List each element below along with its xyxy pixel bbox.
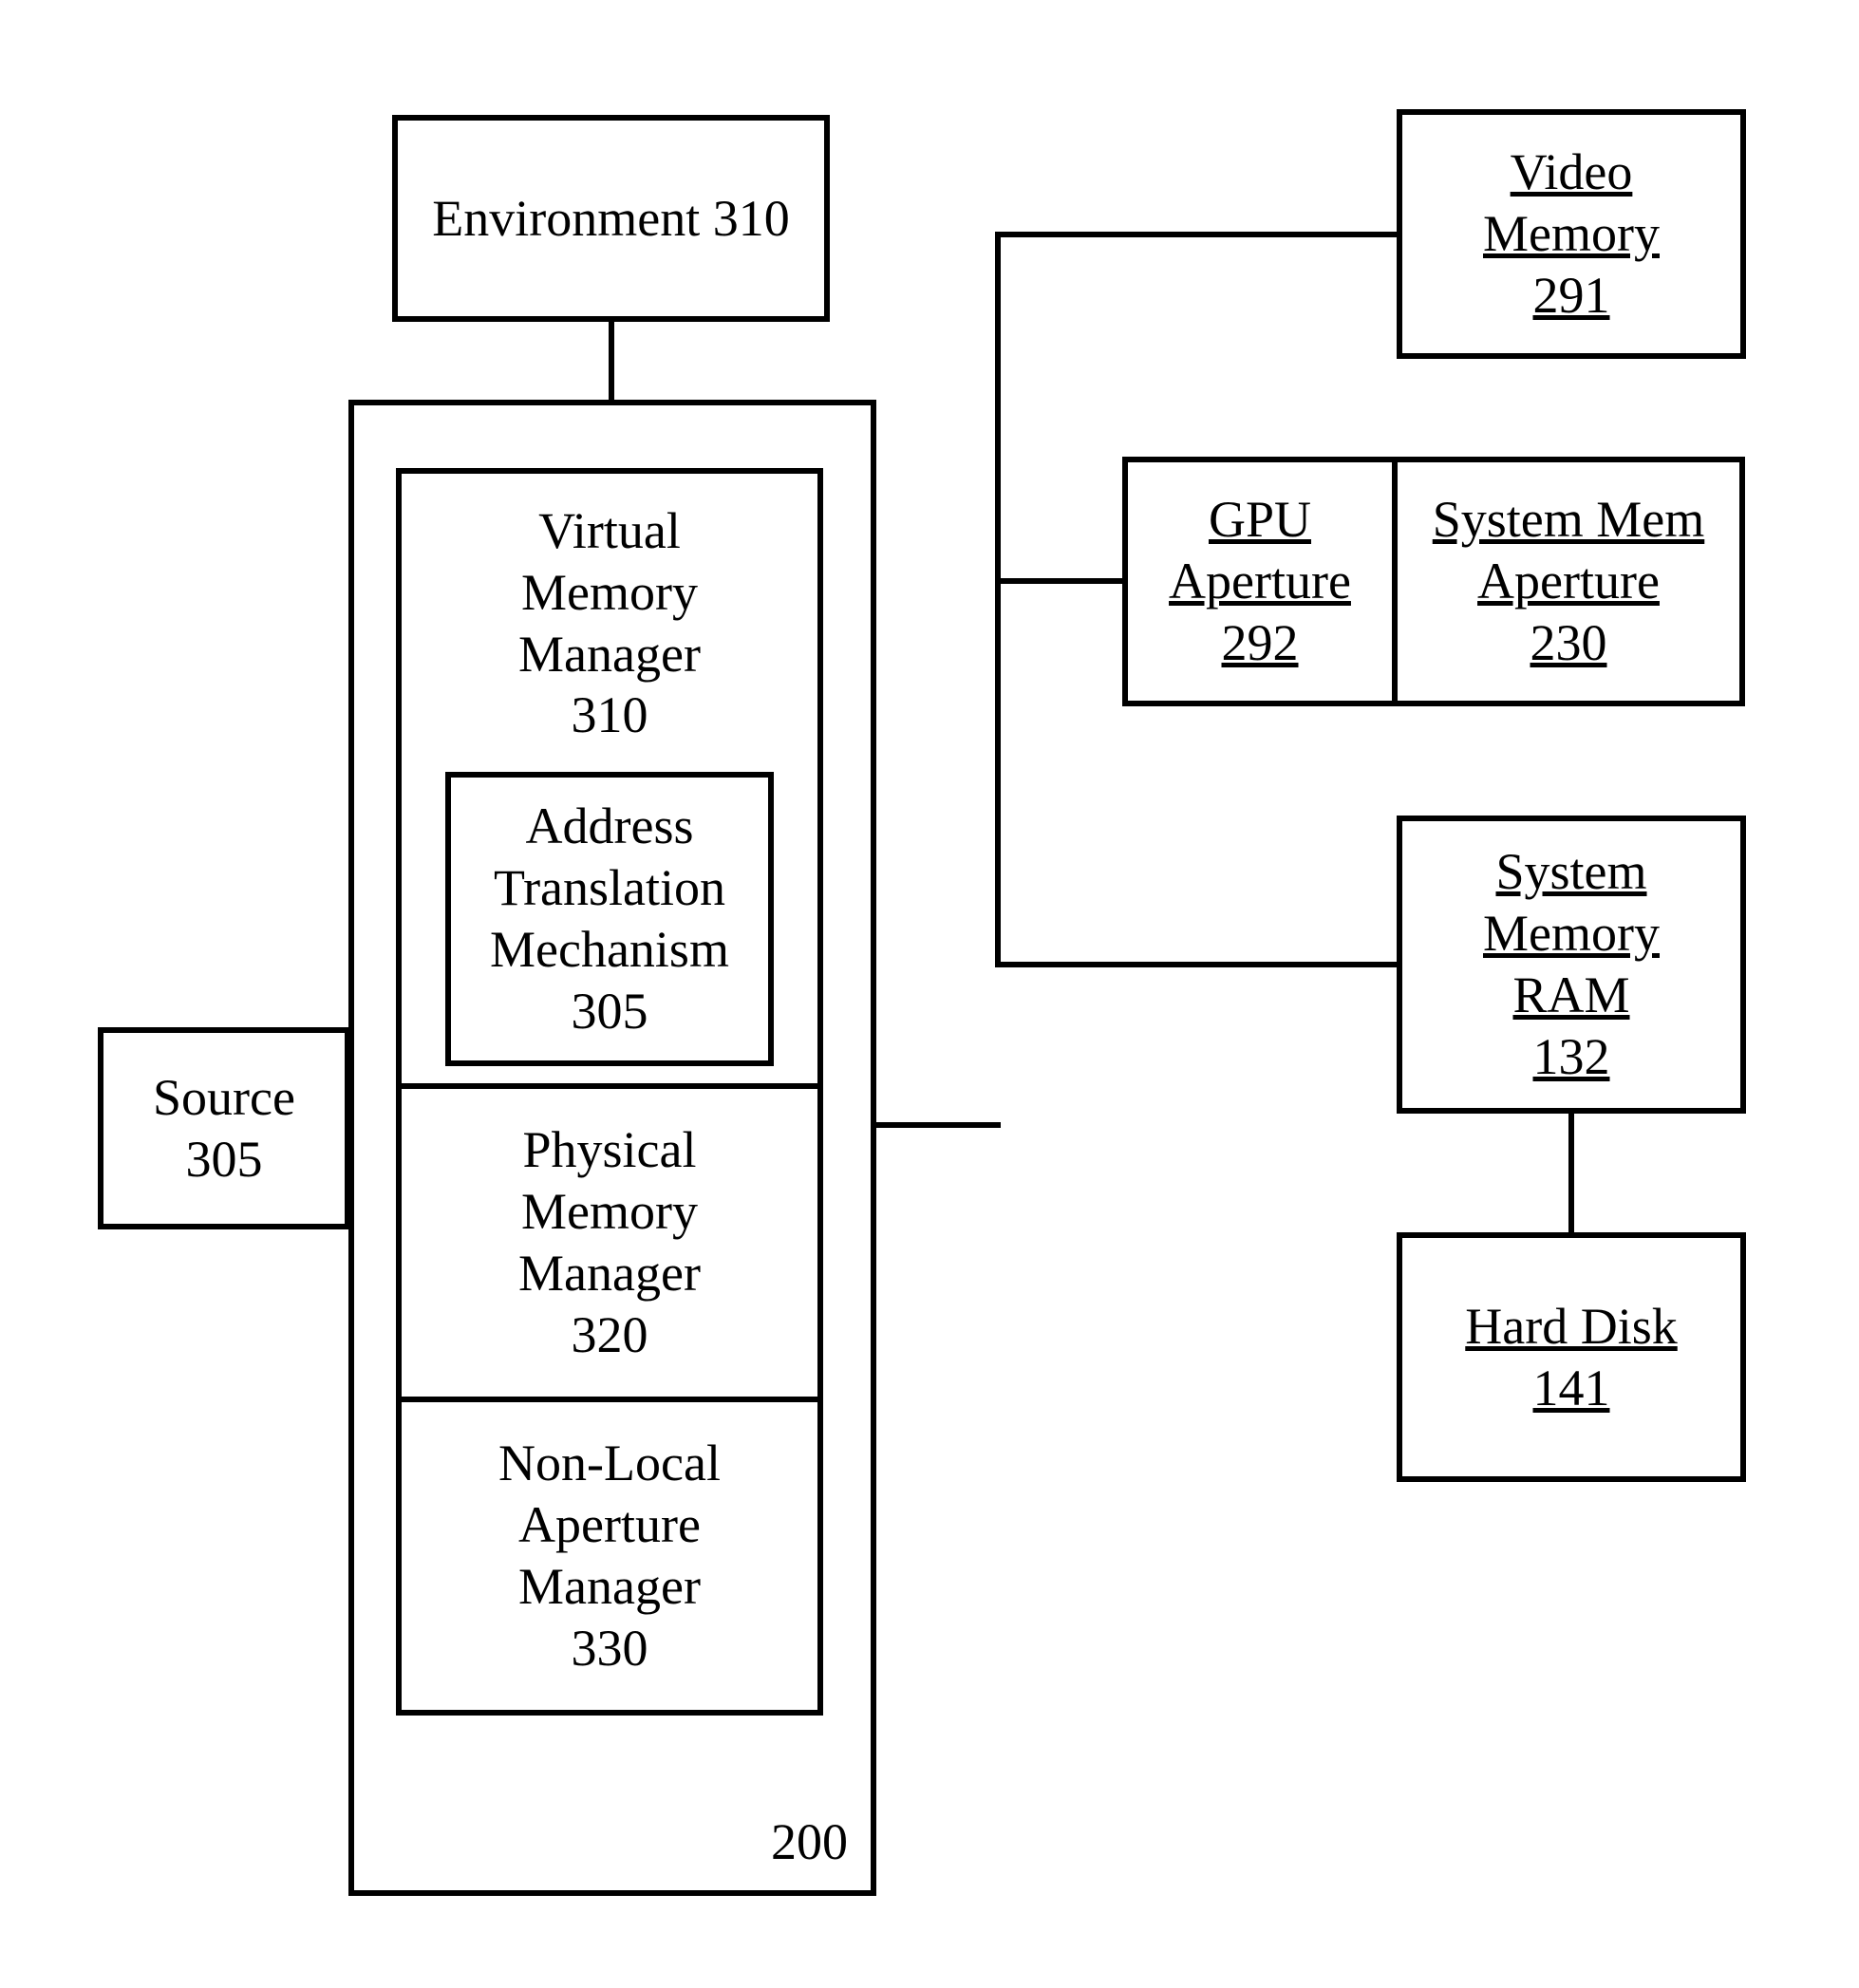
hard-disk-box: Hard Disk 141 [1397,1232,1746,1482]
label: Source [153,1067,295,1129]
video-memory-box: Video Memory 291 [1397,109,1746,359]
system-mem-aperture-box: System Mem Aperture 230 [1392,457,1745,706]
label: Non-Local [498,1433,721,1494]
gpu-aperture-box: GPU Aperture 292 [1122,457,1398,706]
label: GPU [1209,489,1311,551]
num: 305 [186,1129,263,1191]
connector [995,578,1122,584]
container-num: 200 [771,1811,848,1873]
label: RAM [1512,965,1629,1026]
connector [609,322,614,400]
label: Environment 310 [432,188,789,250]
label: Mechanism [490,919,729,981]
source-box: Source 305 [98,1027,350,1229]
label: Translation [494,857,725,919]
label: Memory [1483,203,1660,265]
num: 320 [572,1304,648,1366]
label: Manager [518,1556,701,1618]
system-memory-ram-box: System Memory RAM 132 [1397,816,1746,1114]
label: Physical [523,1119,697,1181]
address-translation-mechanism-box: Address Translation Mechanism 305 [445,772,774,1066]
label: Video [1511,141,1633,203]
label: System [1495,841,1646,903]
label: Virtual [538,500,681,562]
label: System Mem [1433,489,1705,551]
label: Memory [521,1181,698,1243]
label: Address [526,796,694,857]
label: Manager [518,624,701,685]
label: Manager [518,1243,701,1304]
num: 141 [1533,1358,1610,1419]
diagram-canvas: Environment 310 200 Virtual Memory Manag… [0,0,1859,1988]
virtual-memory-manager-box: Virtual Memory Manager 310 Address Trans… [396,468,823,1089]
container-200: 200 Virtual Memory Manager 310 Address T… [348,400,876,1896]
num: 330 [572,1618,648,1679]
label: Memory [1483,903,1660,965]
environment-box: Environment 310 [392,115,830,322]
label: Aperture [518,1494,701,1556]
connector [1568,1114,1574,1232]
label: Memory [521,562,698,624]
num: 292 [1222,612,1299,674]
label: Hard Disk [1465,1296,1677,1358]
num: 132 [1533,1026,1610,1088]
connector [876,1122,1001,1128]
non-local-aperture-manager-box: Non-Local Aperture Manager 330 [396,1397,823,1716]
num: 230 [1530,612,1607,674]
connector [995,232,1397,237]
num: 305 [572,981,648,1042]
label: Aperture [1169,551,1351,612]
label: Aperture [1477,551,1660,612]
physical-memory-manager-box: Physical Memory Manager 320 [396,1083,823,1402]
num: 310 [572,685,648,746]
connector [995,232,1001,967]
connector [995,962,1397,967]
num: 291 [1533,265,1610,327]
